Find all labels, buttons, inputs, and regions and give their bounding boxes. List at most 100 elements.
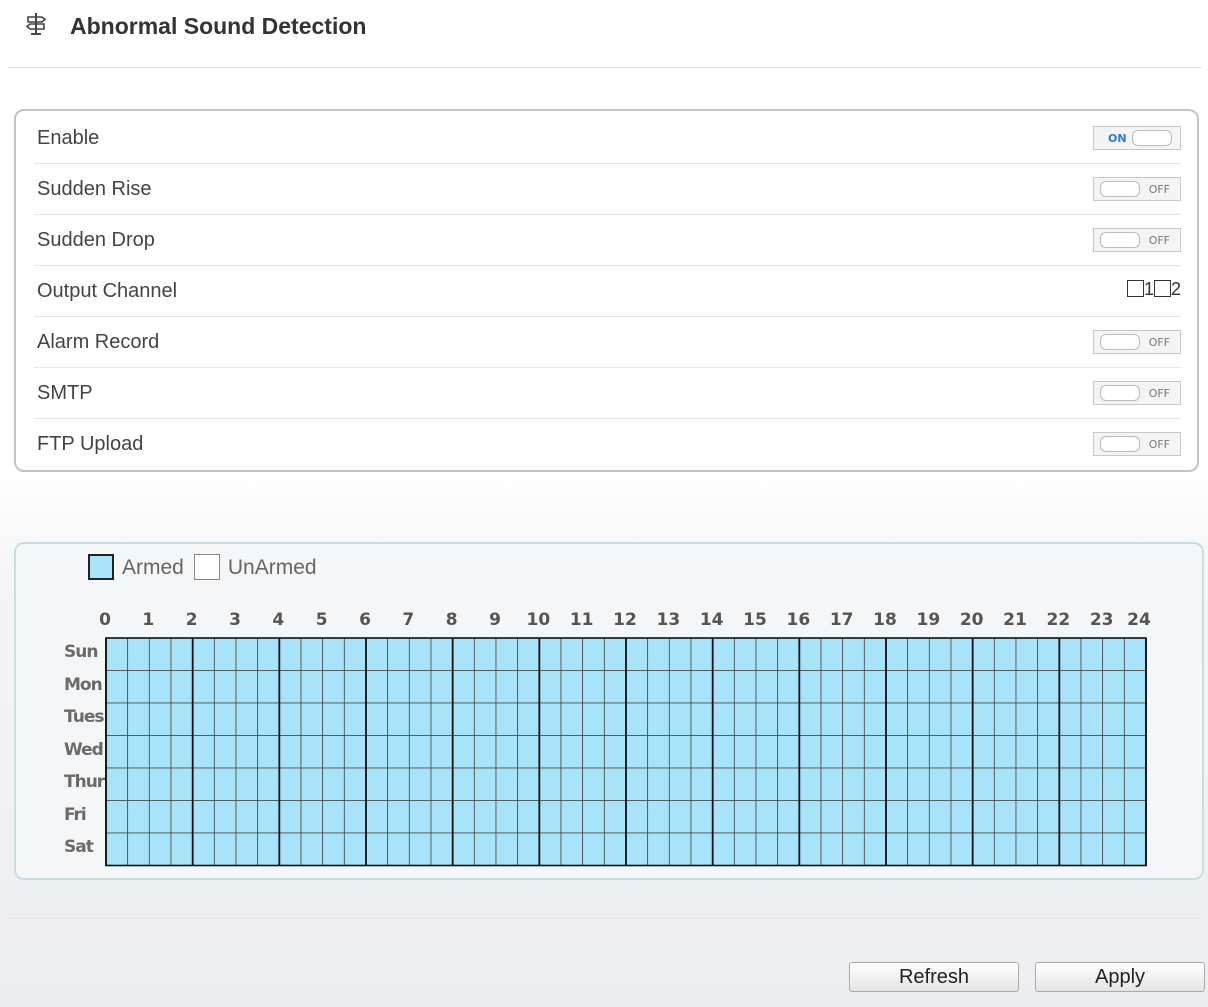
schedule-cell[interactable] xyxy=(733,702,757,736)
schedule-cell[interactable] xyxy=(885,702,909,736)
schedule-cell[interactable] xyxy=(278,637,302,671)
schedule-cell[interactable] xyxy=(235,670,259,704)
schedule-cell[interactable] xyxy=(322,832,345,866)
schedule-cell[interactable] xyxy=(517,702,540,736)
schedule-cell[interactable] xyxy=(495,800,519,834)
schedule-cell[interactable] xyxy=(408,702,432,736)
schedule-cell[interactable] xyxy=(343,800,367,834)
schedule-cell[interactable] xyxy=(712,800,735,834)
schedule-cell[interactable] xyxy=(430,670,454,704)
schedule-cell[interactable] xyxy=(517,670,540,704)
alarm-record-toggle[interactable]: OFF xyxy=(1093,330,1181,354)
schedule-cell[interactable] xyxy=(603,800,627,834)
schedule-cell[interactable] xyxy=(538,800,562,834)
schedule-cell[interactable] xyxy=(950,702,974,736)
schedule-cell[interactable] xyxy=(343,832,367,866)
schedule-cell[interactable] xyxy=(755,767,779,801)
schedule-cell[interactable] xyxy=(322,637,345,671)
schedule-cell[interactable] xyxy=(170,767,194,801)
schedule-cell[interactable] xyxy=(668,735,692,769)
schedule-cell[interactable] xyxy=(365,702,389,736)
schedule-cell[interactable] xyxy=(1102,670,1125,704)
schedule-cell[interactable] xyxy=(538,637,562,671)
schedule-cell[interactable] xyxy=(387,832,410,866)
schedule-cell[interactable] xyxy=(1037,832,1060,866)
schedule-cell[interactable] xyxy=(1015,670,1039,704)
schedule-cell[interactable] xyxy=(473,767,497,801)
schedule-cell[interactable] xyxy=(148,637,172,671)
schedule-cell[interactable] xyxy=(993,767,1017,801)
schedule-cell[interactable] xyxy=(452,637,475,671)
schedule-cell[interactable] xyxy=(365,832,389,866)
schedule-cell[interactable] xyxy=(733,800,757,834)
schedule-cell[interactable] xyxy=(127,702,150,736)
schedule-cell[interactable] xyxy=(798,800,822,834)
schedule-cell[interactable] xyxy=(993,637,1017,671)
schedule-cell[interactable] xyxy=(777,800,800,834)
schedule-cell[interactable] xyxy=(473,735,497,769)
schedule-cell[interactable] xyxy=(690,800,714,834)
schedule-cell[interactable] xyxy=(560,735,584,769)
ftp-upload-toggle[interactable]: OFF xyxy=(1093,432,1181,456)
schedule-cell[interactable] xyxy=(538,735,562,769)
schedule-cell[interactable] xyxy=(625,670,649,704)
schedule-cell[interactable] xyxy=(1015,637,1039,671)
schedule-cell[interactable] xyxy=(972,832,995,866)
schedule-cell[interactable] xyxy=(343,702,367,736)
schedule-cell[interactable] xyxy=(1123,832,1147,866)
schedule-cell[interactable] xyxy=(647,702,670,736)
schedule-cell[interactable] xyxy=(495,670,519,704)
schedule-cell[interactable] xyxy=(820,637,844,671)
schedule-cell[interactable] xyxy=(1080,670,1104,704)
schedule-cell[interactable] xyxy=(928,800,952,834)
schedule-cell[interactable] xyxy=(907,832,930,866)
schedule-cell[interactable] xyxy=(517,735,540,769)
schedule-cell[interactable] xyxy=(430,800,454,834)
schedule-cell[interactable] xyxy=(625,637,649,671)
schedule-cell[interactable] xyxy=(148,832,172,866)
schedule-cell[interactable] xyxy=(430,702,454,736)
schedule-cell[interactable] xyxy=(582,800,605,834)
schedule-cell[interactable] xyxy=(712,832,735,866)
schedule-cell[interactable] xyxy=(452,832,475,866)
schedule-cell[interactable] xyxy=(213,702,237,736)
schedule-cell[interactable] xyxy=(625,735,649,769)
schedule-cell[interactable] xyxy=(1123,767,1147,801)
schedule-cell[interactable] xyxy=(885,735,909,769)
schedule-cell[interactable] xyxy=(322,702,345,736)
schedule-cell[interactable] xyxy=(300,832,324,866)
schedule-cell[interactable] xyxy=(192,800,215,834)
schedule-cell[interactable] xyxy=(1058,832,1082,866)
schedule-cell[interactable] xyxy=(278,832,302,866)
schedule-cell[interactable] xyxy=(105,670,129,704)
schedule-cell[interactable] xyxy=(408,637,432,671)
schedule-cell[interactable] xyxy=(257,767,280,801)
schedule-cell[interactable] xyxy=(1102,832,1125,866)
schedule-cell[interactable] xyxy=(582,767,605,801)
schedule-cell[interactable] xyxy=(408,767,432,801)
schedule-cell[interactable] xyxy=(820,670,844,704)
schedule-cell[interactable] xyxy=(733,735,757,769)
schedule-cell[interactable] xyxy=(690,735,714,769)
schedule-cell[interactable] xyxy=(582,735,605,769)
schedule-cell[interactable] xyxy=(560,800,584,834)
schedule-cell[interactable] xyxy=(452,767,475,801)
schedule-cell[interactable] xyxy=(820,735,844,769)
schedule-cell[interactable] xyxy=(668,670,692,704)
schedule-cell[interactable] xyxy=(647,735,670,769)
schedule-cell[interactable] xyxy=(452,702,475,736)
schedule-cell[interactable] xyxy=(213,670,237,704)
schedule-cell[interactable] xyxy=(278,702,302,736)
armed-swatch[interactable] xyxy=(88,554,114,580)
schedule-cell[interactable] xyxy=(603,735,627,769)
schedule-cell[interactable] xyxy=(928,670,952,704)
schedule-cell[interactable] xyxy=(278,800,302,834)
schedule-cell[interactable] xyxy=(1123,702,1147,736)
schedule-cell[interactable] xyxy=(192,637,215,671)
schedule-cell[interactable] xyxy=(105,800,129,834)
schedule-cell[interactable] xyxy=(842,637,865,671)
schedule-cell[interactable] xyxy=(387,767,410,801)
schedule-cell[interactable] xyxy=(993,670,1017,704)
smtp-toggle[interactable]: OFF xyxy=(1093,381,1181,405)
schedule-cell[interactable] xyxy=(820,702,844,736)
